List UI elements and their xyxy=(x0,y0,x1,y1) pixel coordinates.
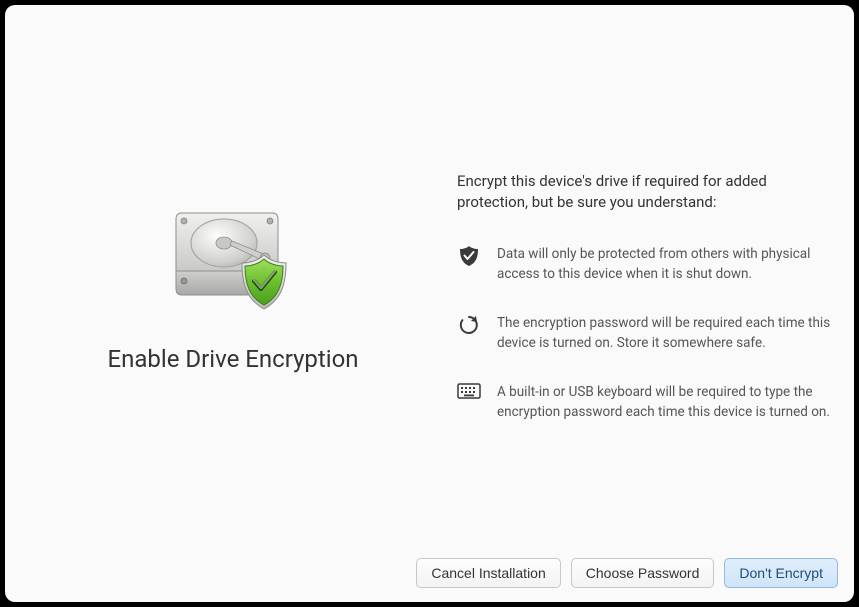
restart-icon xyxy=(457,314,481,336)
info-row-keyboard: A built-in or USB keyboard will be requi… xyxy=(457,383,836,422)
intro-text: Encrypt this device's drive if required … xyxy=(457,171,836,213)
choose-password-button[interactable]: Choose Password xyxy=(571,558,715,588)
dont-encrypt-button[interactable]: Don't Encrypt xyxy=(724,558,838,588)
dialog-footer: Cancel Installation Choose Password Don'… xyxy=(5,548,854,602)
info-row-shield: Data will only be protected from others … xyxy=(457,245,836,284)
encryption-dialog: Enable Drive Encryption Encrypt this dev… xyxy=(5,5,854,602)
info-text: Data will only be protected from others … xyxy=(497,245,836,284)
info-text: The encryption password will be required… xyxy=(497,314,836,353)
right-column: Encrypt this device's drive if required … xyxy=(443,35,836,452)
shield-check-icon xyxy=(457,245,481,267)
cancel-installation-button[interactable]: Cancel Installation xyxy=(416,558,560,588)
dialog-content: Enable Drive Encryption Encrypt this dev… xyxy=(5,5,854,548)
info-text: A built-in or USB keyboard will be requi… xyxy=(497,383,836,422)
info-row-restart: The encryption password will be required… xyxy=(457,314,836,353)
keyboard-icon xyxy=(457,383,481,399)
drive-shield-icon xyxy=(168,205,298,329)
left-column: Enable Drive Encryption xyxy=(23,35,443,373)
page-title: Enable Drive Encryption xyxy=(107,345,358,373)
